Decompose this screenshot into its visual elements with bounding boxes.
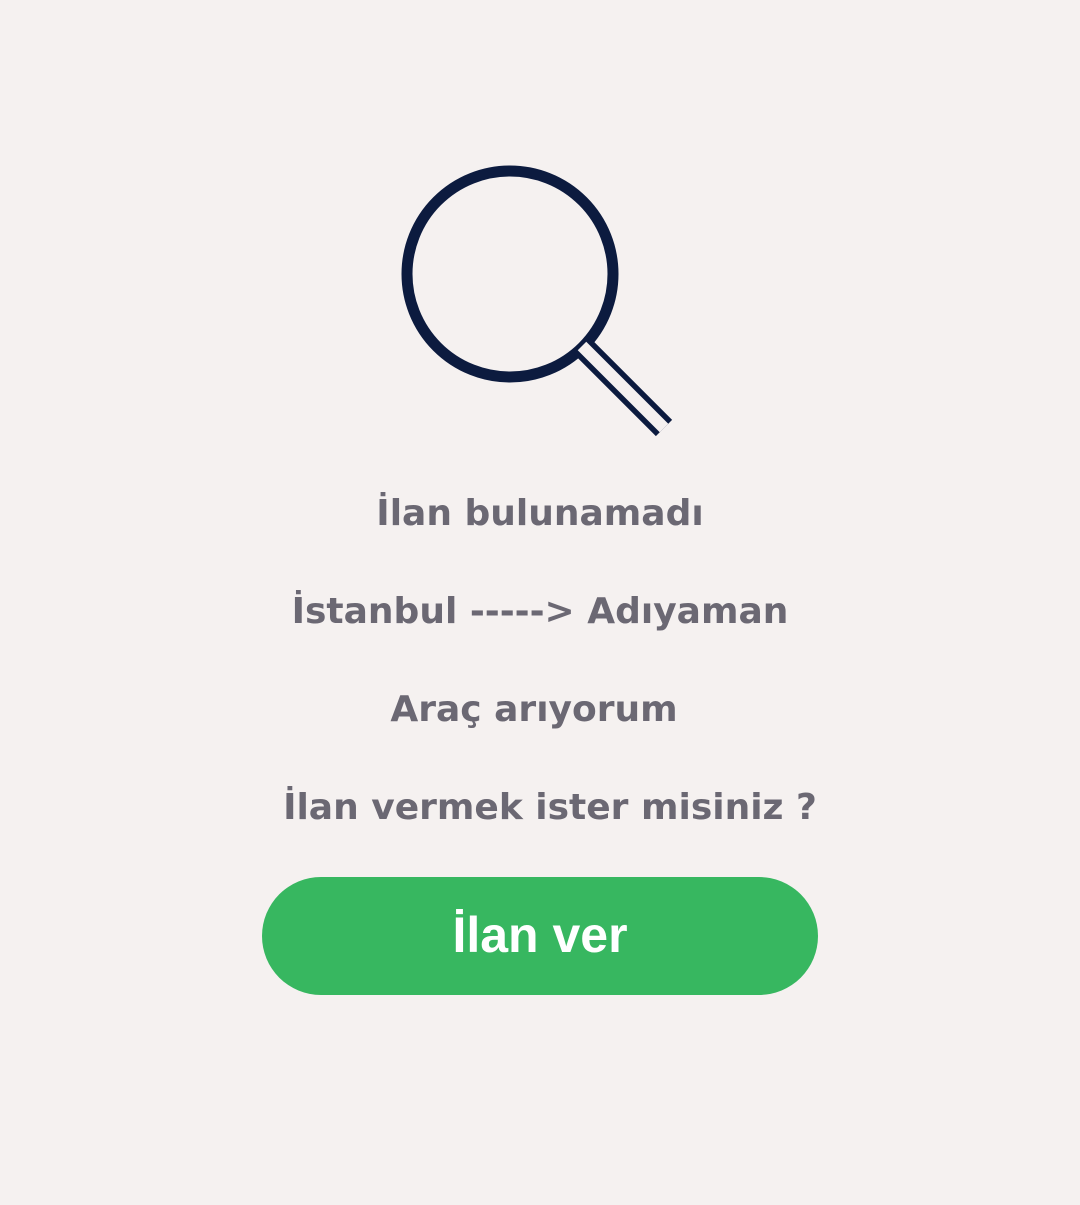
- post-ad-question: İlan vermek ister misiniz ?: [283, 787, 817, 828]
- route-text: İstanbul -----> Adıyaman: [291, 591, 789, 632]
- search-type-text: Araç arıyorum: [390, 689, 678, 730]
- post-ad-button[interactable]: İlan ver: [262, 877, 818, 995]
- post-ad-button-label: İlan ver: [452, 907, 628, 963]
- search-icon: [398, 162, 680, 444]
- empty-state: İlan bulunamadı İstanbul -----> Adıyaman…: [0, 0, 1080, 1205]
- empty-state-title: İlan bulunamadı: [376, 493, 704, 534]
